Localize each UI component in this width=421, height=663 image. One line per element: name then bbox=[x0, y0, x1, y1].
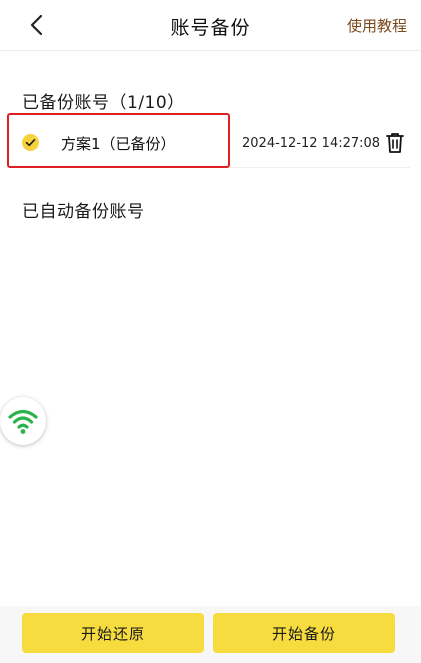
wifi-icon bbox=[8, 409, 38, 434]
top-bar: 账号备份 使用教程 bbox=[0, 0, 421, 51]
delete-button[interactable] bbox=[384, 131, 406, 155]
highlight-annotation-box bbox=[7, 113, 230, 168]
start-restore-button[interactable]: 开始还原 bbox=[22, 613, 204, 653]
trash-icon bbox=[386, 133, 404, 153]
tutorial-link[interactable]: 使用教程 bbox=[347, 15, 407, 36]
auto-backup-section-heading: 已自动备份账号 bbox=[22, 202, 145, 222]
floating-wifi-button[interactable] bbox=[0, 397, 46, 445]
backup-item-time: 2024-12-12 14:27:08 bbox=[242, 136, 381, 151]
backup-section-heading: 已备份账号（1/10） bbox=[22, 93, 185, 113]
start-backup-button[interactable]: 开始备份 bbox=[213, 613, 395, 653]
